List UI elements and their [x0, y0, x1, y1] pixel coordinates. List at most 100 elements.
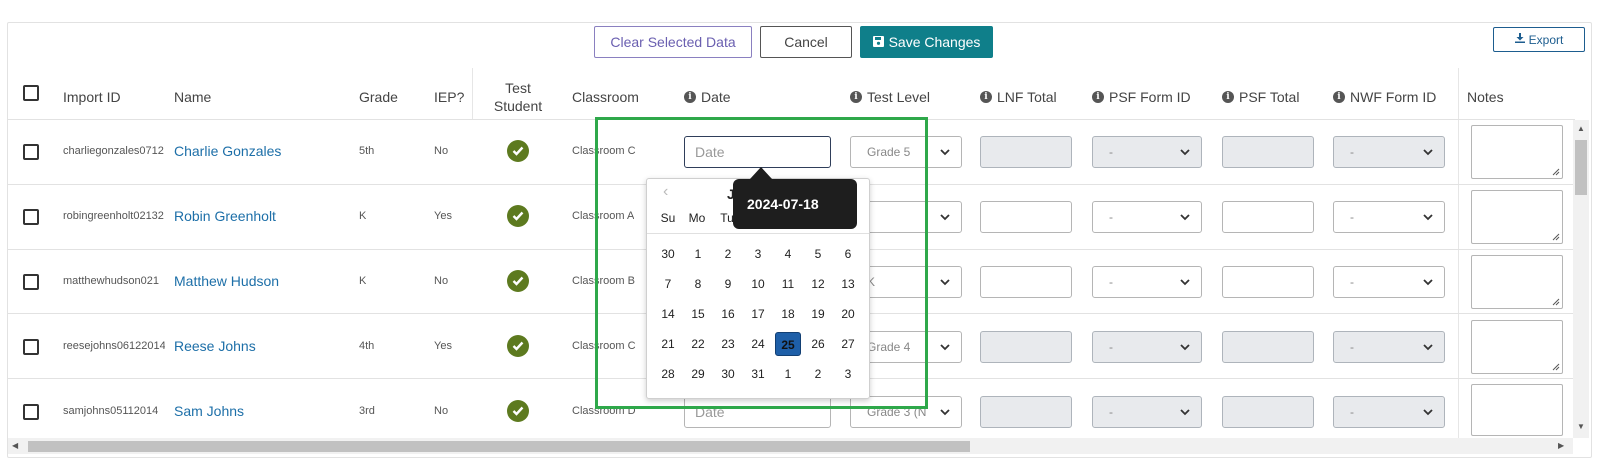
notes-textarea[interactable]: [1471, 384, 1563, 436]
header-psf-form-id-label: PSF Form ID: [1109, 89, 1191, 105]
nwf-form-value: -: [1350, 405, 1354, 419]
psf-form-id-select[interactable]: -: [1092, 396, 1202, 428]
chevron-down-icon: [1180, 279, 1190, 286]
lnf-total-input[interactable]: [980, 266, 1072, 298]
psf-form-id-select[interactable]: -: [1092, 201, 1202, 233]
info-icon[interactable]: i: [850, 91, 862, 103]
info-icon[interactable]: i: [684, 91, 696, 103]
scroll-down-icon[interactable]: ▼: [1577, 422, 1585, 431]
header-nwf-form-id: i NWF Form ID: [1333, 74, 1436, 120]
chevron-down-icon: [940, 214, 950, 221]
lnf-total-input[interactable]: [980, 396, 1072, 428]
chevron-down-icon: [940, 409, 950, 416]
header-test-student-line2: Student: [493, 98, 543, 114]
psf-form-value: -: [1109, 340, 1113, 354]
select-all-checkbox[interactable]: [23, 85, 39, 101]
header-grade: Grade: [359, 89, 398, 105]
column-divider: [472, 68, 473, 120]
psf-form-id-select[interactable]: -: [1092, 331, 1202, 363]
student-name-link[interactable]: Sam Johns: [174, 403, 244, 419]
check-circle-icon: [507, 400, 529, 422]
header-test-student: Test Student: [488, 74, 548, 120]
notes-textarea[interactable]: [1471, 190, 1563, 244]
resize-grip-icon[interactable]: [1552, 298, 1560, 306]
info-icon[interactable]: i: [1333, 91, 1345, 103]
chevron-down-icon: [1180, 214, 1190, 221]
header-test-student-line1: Test: [505, 80, 531, 96]
import-id-cell: robingreenholt02132: [63, 210, 164, 222]
chevron-down-icon: [1180, 149, 1190, 156]
header-test-level-label: Test Level: [867, 89, 931, 105]
info-icon[interactable]: i: [1222, 91, 1234, 103]
notes-textarea[interactable]: [1471, 125, 1563, 179]
grade-cell: K: [359, 275, 367, 287]
resize-grip-icon[interactable]: [1552, 233, 1560, 241]
lnf-total-input[interactable]: [980, 136, 1072, 168]
student-name-link[interactable]: Charlie Gonzales: [174, 143, 281, 159]
psf-form-id-select[interactable]: -: [1092, 266, 1202, 298]
psf-total-input[interactable]: [1222, 201, 1314, 233]
nwf-form-value: -: [1350, 340, 1354, 354]
vertical-scrollbar-thumb[interactable]: [1575, 140, 1587, 195]
grade-cell: 5th: [359, 145, 375, 157]
scroll-left-icon[interactable]: ◀: [12, 441, 18, 450]
nwf-form-id-select[interactable]: -: [1333, 201, 1445, 233]
psf-total-input[interactable]: [1222, 266, 1314, 298]
resize-grip-icon[interactable]: [1552, 168, 1560, 176]
chevron-down-icon: [1423, 344, 1433, 351]
vertical-scrollbar[interactable]: ▲ ▼: [1573, 120, 1589, 438]
scroll-right-icon[interactable]: ▶: [1558, 441, 1564, 450]
info-icon[interactable]: i: [980, 91, 992, 103]
student-name-link[interactable]: Robin Greenholt: [174, 208, 276, 224]
nwf-form-id-select[interactable]: -: [1333, 331, 1445, 363]
lnf-total-input[interactable]: [980, 331, 1072, 363]
row-checkbox[interactable]: [23, 209, 39, 225]
student-name-link[interactable]: Matthew Hudson: [174, 273, 279, 289]
iep-cell: No: [434, 405, 449, 417]
student-name-link[interactable]: Reese Johns: [174, 338, 256, 354]
nwf-form-id-select[interactable]: -: [1333, 136, 1445, 168]
save-changes-button[interactable]: Save Changes: [860, 26, 993, 58]
psf-form-value: -: [1109, 275, 1113, 289]
nwf-form-id-select[interactable]: -: [1333, 266, 1445, 298]
psf-total-input[interactable]: [1222, 331, 1314, 363]
iep-cell: No: [434, 145, 449, 157]
horizontal-scrollbar[interactable]: ◀ ▶: [8, 438, 1573, 454]
row-checkbox[interactable]: [23, 274, 39, 290]
info-icon[interactable]: i: [1092, 91, 1104, 103]
horizontal-scrollbar-thumb[interactable]: [28, 441, 970, 452]
import-id-cell: charliegonzales0712: [63, 145, 164, 157]
chevron-down-icon: [940, 279, 950, 286]
grade-cell: K: [359, 210, 367, 222]
highlight-box: [595, 117, 928, 409]
row-checkbox[interactable]: [23, 404, 39, 420]
export-label: Export: [1528, 32, 1564, 47]
chevron-down-icon: [1423, 279, 1433, 286]
notes-textarea[interactable]: [1471, 255, 1563, 309]
grade-cell: 3rd: [359, 405, 375, 417]
nwf-form-value: -: [1350, 210, 1354, 224]
psf-total-input[interactable]: [1222, 136, 1314, 168]
clear-selected-data-button[interactable]: Clear Selected Data: [594, 26, 752, 58]
psf-total-input[interactable]: [1222, 396, 1314, 428]
psf-form-id-select[interactable]: -: [1092, 136, 1202, 168]
header-psf-total-label: PSF Total: [1239, 89, 1300, 105]
row-checkbox[interactable]: [23, 339, 39, 355]
export-button[interactable]: Export: [1493, 27, 1585, 52]
header-notes: Notes: [1467, 89, 1504, 105]
resize-grip-icon[interactable]: [1552, 363, 1560, 371]
chevron-down-icon: [940, 344, 950, 351]
header-nwf-form-id-label: NWF Form ID: [1350, 89, 1437, 105]
row-checkbox[interactable]: [23, 144, 39, 160]
iep-cell: No: [434, 275, 449, 287]
check-circle-icon: [507, 335, 529, 357]
nwf-form-id-select[interactable]: -: [1333, 396, 1445, 428]
scroll-up-icon[interactable]: ▲: [1577, 124, 1585, 133]
notes-textarea[interactable]: [1471, 320, 1563, 374]
header-test-level: i Test Level: [850, 74, 930, 120]
cancel-button[interactable]: Cancel: [760, 26, 852, 58]
header-date-label: Date: [701, 89, 731, 105]
import-id-cell: samjohns05112014: [63, 405, 159, 417]
download-icon: [1514, 33, 1525, 46]
lnf-total-input[interactable]: [980, 201, 1072, 233]
